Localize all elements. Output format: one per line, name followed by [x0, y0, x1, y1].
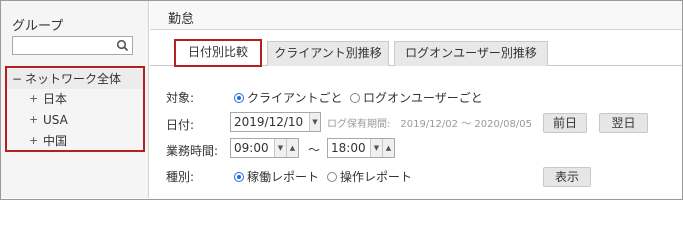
radio-label[interactable]: 操作レポート	[340, 170, 412, 184]
tree-item-label[interactable]: 中国	[43, 131, 67, 151]
expand-icon[interactable]: +	[29, 89, 39, 109]
group-search[interactable]	[12, 36, 133, 55]
sidebar: グループ − ネットワーク全体 + 日本 + USA + 中国	[1, 1, 149, 198]
group-tree: − ネットワーク全体 + 日本 + USA + 中国	[5, 66, 145, 152]
tree-item-label[interactable]: USA	[43, 110, 68, 130]
radio-unselected-icon[interactable]	[327, 172, 337, 182]
tree-item-label[interactable]: 日本	[43, 89, 67, 109]
expand-icon[interactable]: +	[29, 110, 39, 130]
end-time-input[interactable]: 18:00 ▼ ▲	[327, 138, 395, 158]
log-retention-period: ログ保有期間: 2019/12/02 ～ 2020/08/05	[327, 119, 532, 130]
target-label: 対象:	[166, 91, 195, 105]
increment-icon[interactable]: ▲	[382, 139, 394, 157]
decrement-icon[interactable]: ▼	[274, 139, 286, 157]
search-icon[interactable]	[116, 39, 129, 52]
next-day-button[interactable]: 翌日	[599, 113, 648, 133]
start-time-input[interactable]: 09:00 ▼ ▲	[230, 138, 299, 158]
show-button[interactable]: 表示	[543, 167, 591, 187]
chevron-down-icon[interactable]: ▼	[309, 113, 320, 131]
radio-selected-icon[interactable]	[234, 93, 244, 103]
group-search-input[interactable]	[13, 37, 113, 54]
tab-logon-user-trend[interactable]: ログオンユーザー別推移	[394, 41, 548, 66]
sidebar-title: グループ	[12, 19, 64, 34]
radio-operation-report[interactable]: 稼働レポート	[234, 168, 319, 185]
previous-day-button[interactable]: 前日	[543, 113, 587, 133]
radio-label[interactable]: クライアントごと	[247, 91, 343, 105]
radio-label[interactable]: ログオンユーザーごと	[363, 91, 483, 105]
radio-action-report[interactable]: 操作レポート	[327, 168, 412, 185]
radio-label[interactable]: 稼働レポート	[247, 170, 319, 184]
expand-icon[interactable]: +	[29, 131, 39, 151]
radio-per-client[interactable]: クライアントごと	[234, 89, 343, 106]
increment-icon[interactable]: ▲	[286, 139, 298, 157]
main-panel: 勤怠 日付別比較 クライアント別推移 ログオンユーザー別推移 対象: クライアン…	[150, 1, 682, 198]
main-header: 勤怠	[150, 1, 682, 30]
radio-unselected-icon[interactable]	[350, 93, 360, 103]
date-select[interactable]: 2019/12/10 ▼	[230, 112, 321, 132]
decrement-icon[interactable]: ▼	[370, 139, 382, 157]
report-type-label: 種別:	[166, 170, 195, 184]
time-range-separator: ～	[308, 143, 321, 157]
page-title: 勤怠	[168, 12, 195, 27]
tab-client-trend[interactable]: クライアント別推移	[267, 41, 389, 66]
end-time-value[interactable]: 18:00	[331, 141, 366, 155]
date-value[interactable]: 2019/12/10	[234, 115, 303, 129]
business-hours-label: 業務時間:	[166, 144, 219, 158]
tree-item-network-all[interactable]: − ネットワーク全体	[7, 69, 143, 89]
radio-per-logon-user[interactable]: ログオンユーザーごと	[350, 89, 483, 106]
radio-selected-icon[interactable]	[234, 172, 244, 182]
tree-item-label[interactable]: ネットワーク全体	[25, 69, 121, 89]
collapse-icon[interactable]: −	[12, 69, 22, 89]
tab-date-comparison[interactable]: 日付別比較	[174, 39, 262, 67]
date-label: 日付:	[166, 118, 195, 132]
start-time-value[interactable]: 09:00	[234, 141, 269, 155]
